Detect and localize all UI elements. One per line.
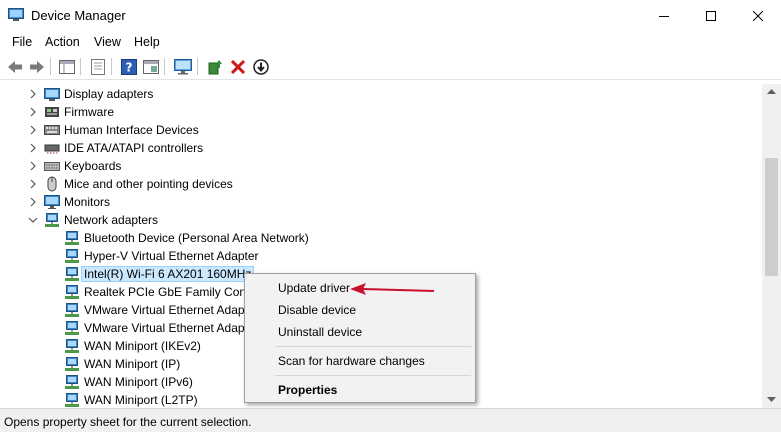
- network-adapter-icon: [65, 339, 79, 353]
- ide-controller-icon: [44, 144, 60, 154]
- scrollbar-thumb[interactable]: [765, 158, 778, 276]
- close-button[interactable]: [735, 0, 781, 31]
- tree-item-ide-controllers[interactable]: IDE ATA/ATAPI controllers: [28, 139, 203, 157]
- context-item-uninstall-device[interactable]: Uninstall device: [278, 325, 362, 339]
- chevron-right-icon: [30, 197, 36, 207]
- svg-text:?: ?: [126, 61, 133, 75]
- vertical-scrollbar[interactable]: [762, 84, 781, 408]
- tree-item-keyboards[interactable]: Keyboards: [28, 157, 121, 175]
- toolbar-separator: [164, 58, 165, 75]
- update-view-button[interactable]: [141, 57, 161, 77]
- tree-item-mice[interactable]: Mice and other pointing devices: [28, 175, 233, 193]
- context-separator: [275, 375, 471, 376]
- chevron-right-icon: [30, 125, 36, 135]
- scroll-up-icon[interactable]: [767, 88, 776, 94]
- toolbar-separator: [50, 58, 51, 75]
- update-driver-icon: [208, 60, 222, 75]
- chevron-right-icon: [30, 143, 36, 153]
- tree-item-network-child[interactable]: Hyper-V Virtual Ethernet Adapter: [64, 247, 259, 265]
- tree-item-network-child[interactable]: Realtek PCIe GbE Family Contr: [64, 283, 253, 301]
- properties-icon: [91, 59, 105, 75]
- network-adapter-icon: [65, 249, 79, 263]
- back-button[interactable]: [5, 57, 25, 77]
- toolbar-separator: [111, 58, 112, 75]
- menu-view[interactable]: View: [94, 35, 121, 49]
- display-adapter-icon: [44, 88, 60, 101]
- hid-icon: [44, 125, 60, 135]
- tree-item-network-child[interactable]: VMware Virtual Ethernet Adapt: [64, 301, 248, 319]
- context-item-update-driver[interactable]: Update driver: [278, 281, 350, 295]
- network-adapter-icon: [45, 213, 59, 227]
- context-item-disable-device[interactable]: Disable device: [278, 303, 356, 317]
- monitor-scan-icon: [174, 59, 192, 75]
- scan-hardware-button[interactable]: [173, 57, 193, 77]
- maximize-icon: [706, 10, 716, 21]
- tree-item-hid[interactable]: Human Interface Devices: [28, 121, 199, 139]
- toolbar-separator: [80, 58, 81, 75]
- close-icon: [753, 10, 763, 21]
- network-adapter-icon: [65, 393, 79, 407]
- network-adapter-icon: [65, 267, 79, 281]
- network-adapter-icon: [65, 375, 79, 389]
- status-text: Opens property sheet for the current sel…: [4, 415, 252, 429]
- back-arrow-icon: [8, 61, 22, 73]
- keyboard-icon: [44, 162, 60, 171]
- network-adapter-icon: [65, 285, 79, 299]
- menu-help[interactable]: Help: [134, 35, 160, 49]
- disable-device-button[interactable]: [251, 57, 271, 77]
- window-title: Device Manager: [31, 8, 126, 23]
- menu-file[interactable]: File: [12, 35, 32, 49]
- context-separator: [275, 346, 471, 347]
- console-tree-button[interactable]: [57, 57, 77, 77]
- network-adapter-icon: [65, 321, 79, 335]
- tree-item-network-child[interactable]: WAN Miniport (IPv6): [64, 373, 193, 391]
- chevron-right-icon: [30, 179, 36, 189]
- network-adapter-icon: [65, 231, 79, 245]
- title-bar: Device Manager: [0, 0, 781, 31]
- tree-item-firmware[interactable]: Firmware: [28, 103, 114, 121]
- tree-item-network-child[interactable]: WAN Miniport (L2TP): [64, 391, 198, 408]
- tree-item-network-child[interactable]: VMware Virtual Ethernet Adapt: [64, 319, 248, 337]
- network-adapter-icon: [65, 357, 79, 371]
- tree-item-display-adapters[interactable]: Display adapters: [28, 85, 153, 103]
- menu-bar: File Action View Help: [0, 31, 781, 53]
- minimize-icon: [659, 15, 669, 17]
- status-bar: Opens property sheet for the current sel…: [0, 408, 781, 432]
- context-item-scan-hardware[interactable]: Scan for hardware changes: [278, 354, 425, 368]
- tree-item-network-adapters[interactable]: Network adapters: [28, 211, 158, 229]
- toolbar: ?: [0, 53, 781, 80]
- firmware-icon: [45, 107, 59, 117]
- scroll-down-icon[interactable]: [767, 397, 776, 403]
- tree-item-network-child[interactable]: WAN Miniport (IKEv2): [64, 337, 201, 355]
- uninstall-x-icon: [231, 60, 245, 74]
- tree-item-network-child[interactable]: WAN Miniport (IP): [64, 355, 180, 373]
- chevron-right-icon: [30, 161, 36, 171]
- uninstall-device-button[interactable]: [228, 57, 248, 77]
- update-view-icon: [143, 60, 159, 74]
- device-manager-icon: [8, 8, 24, 21]
- disable-device-icon: [253, 59, 269, 75]
- update-driver-button[interactable]: [205, 57, 225, 77]
- network-adapter-icon: [65, 303, 79, 317]
- tree-item-network-child-selected[interactable]: Intel(R) Wi-Fi 6 AX201 160MHz: [64, 265, 255, 283]
- console-tree-icon: [59, 60, 75, 74]
- forward-arrow-icon: [30, 61, 44, 73]
- toolbar-separator: [197, 58, 198, 75]
- mouse-icon: [47, 176, 57, 192]
- chevron-down-icon: [28, 217, 38, 223]
- tree-item-monitors[interactable]: Monitors: [28, 193, 110, 211]
- chevron-right-icon: [30, 89, 36, 99]
- menu-action[interactable]: Action: [45, 35, 80, 49]
- context-item-properties[interactable]: Properties: [278, 383, 337, 397]
- properties-button[interactable]: [88, 57, 108, 77]
- annotation-arrow-icon: [350, 283, 435, 295]
- maximize-button[interactable]: [688, 0, 734, 31]
- tree-item-network-child[interactable]: Bluetooth Device (Personal Area Network): [64, 229, 309, 247]
- chevron-right-icon: [30, 107, 36, 117]
- help-button[interactable]: ?: [119, 57, 139, 77]
- monitor-icon: [44, 195, 60, 209]
- help-icon: ?: [121, 59, 137, 75]
- forward-button[interactable]: [27, 57, 47, 77]
- minimize-button[interactable]: [641, 0, 687, 31]
